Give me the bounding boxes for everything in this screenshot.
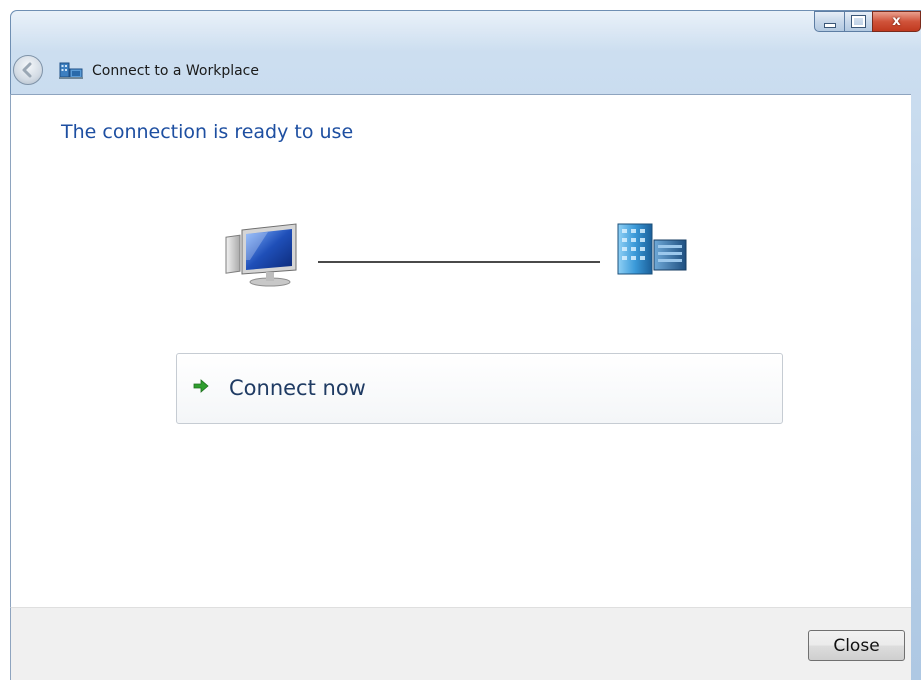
maximize-icon [852, 16, 865, 27]
green-arrow-icon [193, 379, 209, 393]
back-arrow-icon [22, 62, 32, 78]
wizard-title: Connect to a Workplace [92, 63, 259, 79]
minimize-icon [823, 22, 836, 28]
connect-now-command-link[interactable]: Connect now [176, 353, 783, 424]
minimize-button[interactable] [814, 11, 844, 32]
server-building-icon [617, 223, 687, 275]
page-heading: The connection is ready to use [61, 121, 354, 143]
caption-buttons: x [814, 11, 921, 33]
computer-icon [225, 223, 297, 287]
dialog-footer [10, 607, 911, 680]
close-button[interactable]: Close [808, 630, 905, 661]
close-window-button[interactable]: x [872, 11, 921, 32]
connection-line [318, 261, 600, 263]
title-bar-glass [11, 11, 921, 51]
maximize-button[interactable] [844, 11, 872, 32]
content-pane [10, 94, 911, 607]
close-icon: x [892, 14, 901, 29]
workplace-network-icon [59, 62, 83, 79]
connect-now-label: Connect now [229, 376, 366, 400]
back-button[interactable] [13, 55, 43, 85]
